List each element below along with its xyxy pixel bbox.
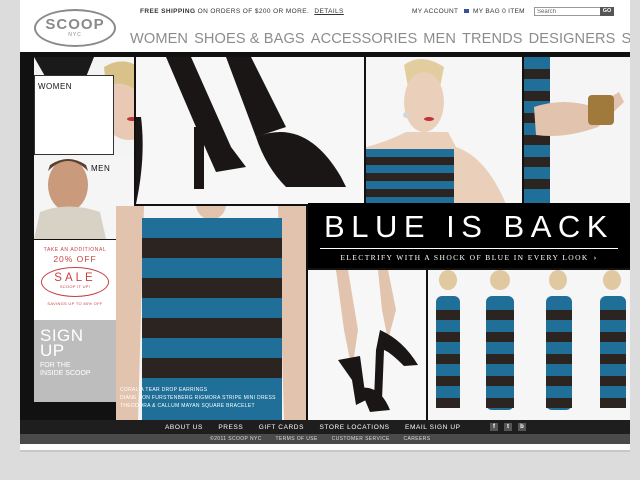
footer-email-signup[interactable]: EMAIL SIGN UP bbox=[405, 424, 461, 431]
model-1 bbox=[436, 270, 460, 408]
product-credits: CORALIA TEAR DROP EARRINGS DIANE VON FUR… bbox=[120, 386, 276, 410]
my-account-link[interactable]: MY ACCOUNT bbox=[412, 8, 458, 15]
promo-take-text: TAKE AN ADDITIONAL bbox=[43, 247, 107, 253]
shoe-small-image bbox=[336, 270, 418, 412]
twitter-icon[interactable]: t bbox=[504, 423, 512, 431]
footer-press[interactable]: PRESS bbox=[218, 424, 243, 431]
women-label: WOMEN bbox=[38, 82, 73, 91]
footer-primary: ABOUT US PRESS GIFT CARDS STORE LOCATION… bbox=[20, 420, 630, 434]
nav-accessories[interactable]: ACCESSORIES bbox=[311, 31, 418, 47]
page-shadow bbox=[20, 450, 630, 452]
model-2 bbox=[486, 270, 514, 410]
footer-terms-of-use[interactable]: TERMS OF USE bbox=[275, 436, 317, 442]
signup-line2: UP bbox=[40, 341, 65, 360]
nav-women[interactable]: WOMEN bbox=[130, 31, 188, 47]
nav-sale[interactable]: SALE bbox=[622, 31, 631, 47]
search-input[interactable] bbox=[534, 7, 606, 16]
footer-gift-cards[interactable]: GIFT CARDS bbox=[259, 424, 304, 431]
signup-line3: FOR THE bbox=[40, 362, 71, 369]
shipping-bold: FREE SHIPPING bbox=[140, 8, 196, 15]
bag-icon bbox=[464, 9, 469, 13]
nav-trends[interactable]: TRENDS bbox=[462, 31, 523, 47]
promo-percent: 20% OFF bbox=[53, 254, 97, 264]
logo-text: SCOOP bbox=[45, 16, 105, 33]
signup-line4: INSIDE SCOOP bbox=[40, 370, 91, 377]
footer-sub-links: ©2011 SCOOP NYC TERMS OF USE CUSTOMER SE… bbox=[210, 436, 443, 442]
shoe-photo-large[interactable] bbox=[136, 57, 364, 204]
model-3 bbox=[546, 270, 572, 410]
footer-store-locations[interactable]: STORE LOCATIONS bbox=[319, 424, 389, 431]
shoe-photo-small[interactable] bbox=[308, 270, 426, 420]
hero-banner[interactable]: BLUE IS BACK ELECTRIFY WITH A SHOCK OF B… bbox=[308, 203, 630, 268]
shipping-banner: FREE SHIPPING ON ORDERS OF $200 OR MORE.… bbox=[140, 8, 344, 15]
credit-line-1: CORALIA TEAR DROP EARRINGS bbox=[120, 387, 208, 393]
nav-men[interactable]: MEN bbox=[423, 31, 456, 47]
facebook-icon[interactable]: f bbox=[490, 423, 498, 431]
footer-copyright: ©2011 SCOOP NYC bbox=[210, 436, 262, 442]
blog-icon[interactable]: b bbox=[518, 423, 526, 431]
promo-sale-text: SALE bbox=[54, 272, 96, 284]
women-label-box[interactable]: WOMEN bbox=[34, 75, 114, 155]
nav-designers[interactable]: DESIGNERS bbox=[529, 31, 616, 47]
woman-earring-image bbox=[366, 58, 506, 204]
promo-code: SCOOP IT UP! bbox=[59, 284, 91, 289]
footer-customer-service[interactable]: CUSTOMER SERVICE bbox=[332, 436, 390, 442]
page: SCOOP NYC FREE SHIPPING ON ORDERS OF $20… bbox=[20, 0, 630, 450]
my-bag-label: MY BAG 0 ITEM bbox=[473, 8, 525, 15]
footer-careers[interactable]: CAREERS bbox=[404, 436, 431, 442]
bracelet-photo[interactable] bbox=[524, 57, 630, 204]
main-nav: WOMEN SHOES & BAGS ACCESSORIES MEN TREND… bbox=[130, 31, 630, 47]
promo-foot-text: SAVINGS UP TO 80% OFF bbox=[47, 301, 103, 306]
logo-subtext: NYC bbox=[68, 32, 82, 38]
my-bag-link[interactable]: MY BAG 0 ITEM bbox=[464, 8, 525, 15]
woman-earring-photo[interactable] bbox=[366, 57, 522, 204]
hero-subtitle-row: ELECTRIFY WITH A SHOCK OF BLUE IN EVERY … bbox=[308, 253, 630, 262]
credit-line-3: THEODORA & CALLUM MAYAN SQUARE BRACELET bbox=[120, 403, 255, 409]
hero-title: BLUE IS BACK bbox=[324, 209, 614, 244]
search-go-button[interactable]: GO bbox=[600, 7, 614, 16]
nav-shoes-bags[interactable]: SHOES & BAGS bbox=[194, 31, 305, 47]
chevron-right-icon: › bbox=[593, 253, 598, 262]
models-lineup-image bbox=[436, 270, 626, 410]
footer-secondary: ©2011 SCOOP NYC TERMS OF USE CUSTOMER SE… bbox=[20, 434, 630, 444]
shipping-text: ON ORDERS OF $200 OR MORE. bbox=[197, 8, 310, 15]
bracelet-image bbox=[524, 57, 624, 204]
footer-about-us[interactable]: ABOUT US bbox=[165, 424, 203, 431]
promo-sale-oval: SALE SCOOP IT UP! bbox=[41, 267, 109, 297]
hero-subtitle: ELECTRIFY WITH A SHOCK OF BLUE IN EVERY … bbox=[340, 253, 589, 262]
credit-line-2: DIANE VON FURSTENBERG RIGMORA STRIPE MIN… bbox=[120, 395, 276, 401]
shipping-details-link[interactable]: DETAILS bbox=[314, 8, 343, 15]
men-label: MEN bbox=[91, 164, 111, 173]
signup-box[interactable]: SIGN UP FOR THE INSIDE SCOOP bbox=[34, 320, 116, 402]
sale-promo[interactable]: TAKE AN ADDITIONAL 20% OFF SALE SCOOP IT… bbox=[34, 240, 116, 320]
models-lineup-photo[interactable] bbox=[428, 270, 630, 420]
scoop-logo[interactable]: SCOOP NYC bbox=[34, 9, 116, 47]
footer-links: ABOUT US PRESS GIFT CARDS STORE LOCATION… bbox=[165, 424, 474, 431]
hero-divider bbox=[320, 248, 618, 249]
shoe-large-image bbox=[136, 57, 346, 204]
model-4 bbox=[600, 270, 626, 408]
